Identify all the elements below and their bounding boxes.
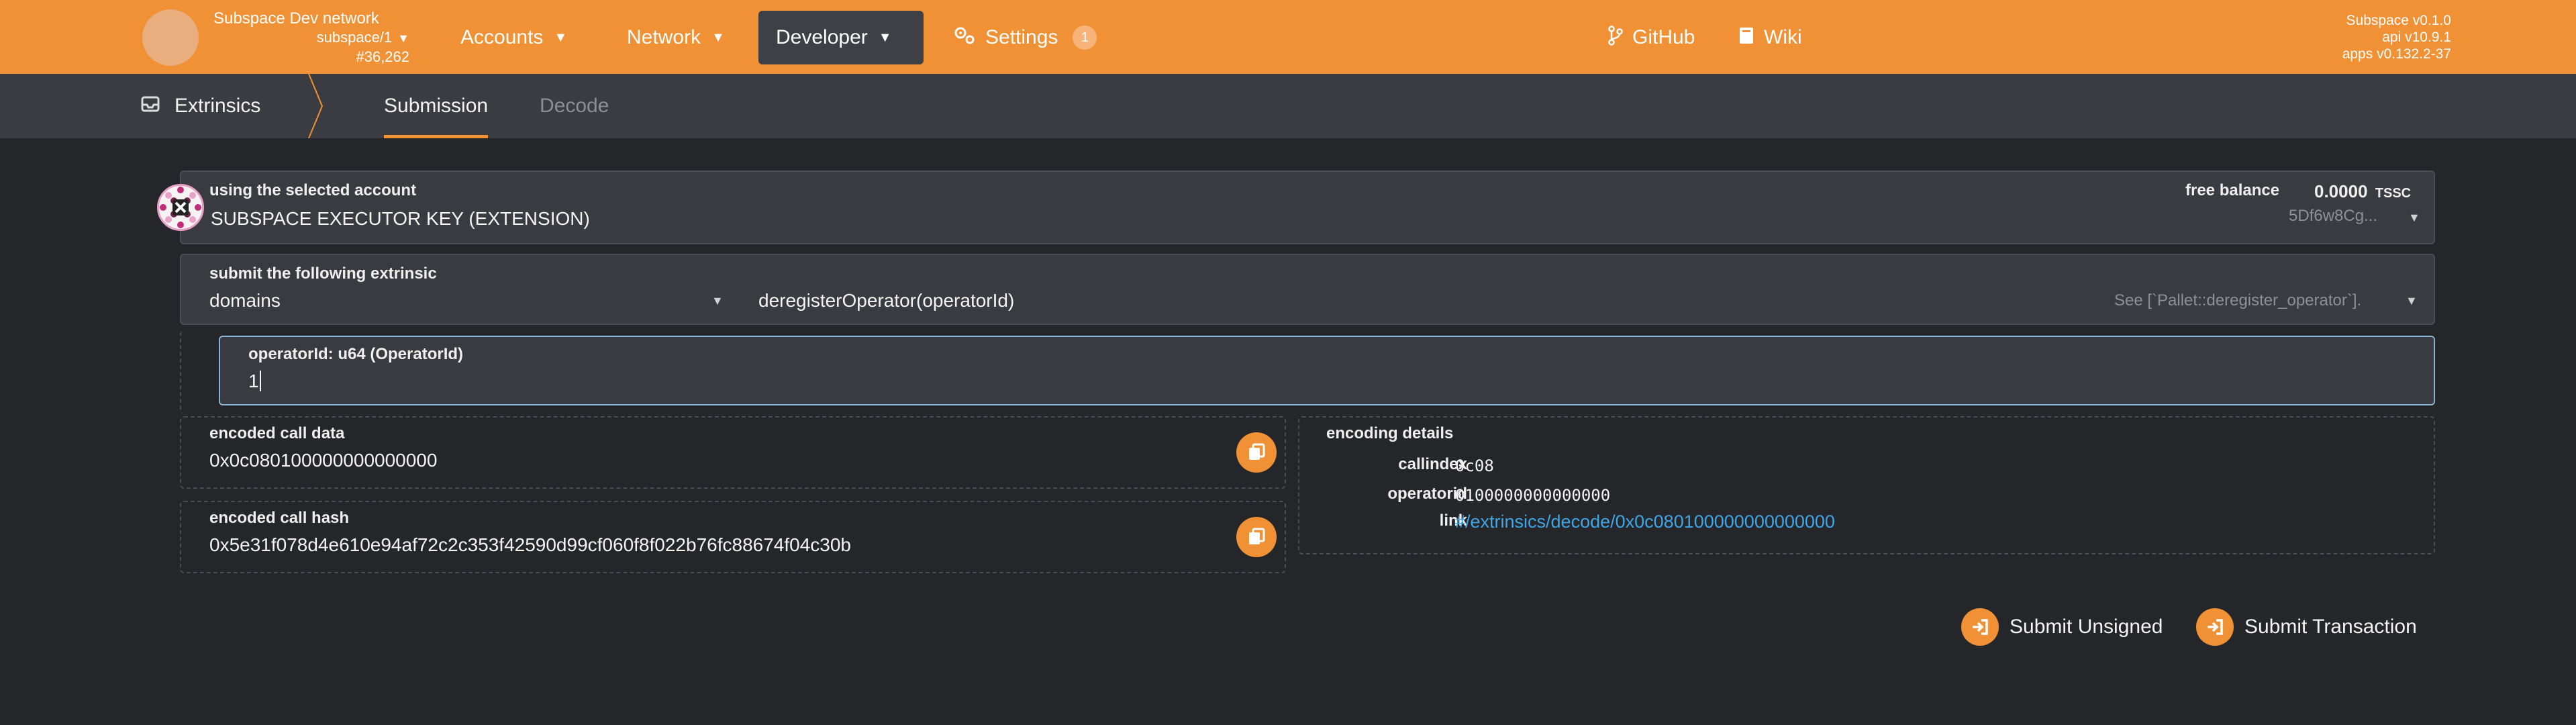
gears-icon	[953, 26, 976, 50]
account-selector[interactable]: using the selected account SUBSPACE EXEC…	[180, 171, 2435, 244]
chevron-down-icon: ▼	[711, 30, 725, 45]
pallet-value: domains	[209, 290, 281, 311]
top-bar: Subspace Dev network subspace/1 ▼ #36,262…	[0, 0, 2576, 74]
chevron-down-icon: ▼	[2408, 211, 2420, 224]
encoding-details: encoding details callindex 0c08 operator…	[1298, 416, 2435, 554]
chain-spec: subspace/1	[316, 29, 393, 46]
chevron-down-icon: ▼	[711, 294, 724, 307]
menu-developer[interactable]: Developer ▼	[758, 11, 924, 64]
chain-name: Subspace Dev network	[213, 9, 379, 28]
menu-github[interactable]: GitHub	[1591, 11, 1712, 64]
sub-nav: Extrinsics Submission Decode	[0, 74, 2576, 138]
inbox-icon	[141, 95, 160, 117]
decode-link[interactable]: #/extrinsics/decode/0x0c0801000000000000…	[1455, 512, 1835, 532]
param-label: operatorId: u64 (OperatorId)	[248, 345, 464, 363]
chevron-down-icon: ▼	[878, 30, 892, 45]
balance-unit: TSSC	[2375, 186, 2412, 201]
extrinsic-selector: submit the following extrinsic domains ▼…	[180, 254, 2435, 325]
apps-version: apps v0.132.2-37	[2342, 46, 2451, 62]
copy-call-hash-button[interactable]	[1236, 517, 1277, 557]
balance-value: 0.0000	[2314, 181, 2368, 201]
chevron-down-icon: ▼	[397, 32, 409, 45]
account-address: 5Df6w8Cg...	[2289, 207, 2378, 225]
chain-logo[interactable]	[142, 9, 199, 66]
copy-icon	[1249, 443, 1265, 460]
submit-transaction-button[interactable]: Submit Transaction	[2196, 607, 2417, 647]
copy-call-data-button[interactable]	[1236, 432, 1277, 473]
account-label: using the selected account	[209, 181, 417, 199]
encoding-label: encoding details	[1326, 424, 1454, 442]
section-label: Extrinsics	[175, 95, 261, 117]
balance-amount: 0.0000 TSSC	[2314, 181, 2411, 202]
pallet-dropdown[interactable]: domains ▼	[181, 282, 738, 324]
encoded-call-hash: encoded call hash 0x5e31f078d4e610e94af7…	[180, 501, 1286, 573]
settings-badge: 1	[1073, 26, 1097, 50]
call-data-label: encoded call data	[209, 424, 345, 442]
block-number: #36,262	[356, 48, 409, 65]
operator-id-input[interactable]: operatorId: u64 (OperatorId) 1	[219, 336, 2435, 405]
sign-in-icon	[2196, 608, 2234, 646]
book-icon	[1738, 26, 1754, 50]
menu-wiki[interactable]: Wiki	[1721, 11, 1820, 64]
tab-decode[interactable]: Decode	[540, 74, 609, 138]
menu-network-label: Network	[627, 26, 701, 48]
section-extrinsics[interactable]: Extrinsics	[141, 74, 260, 138]
call-hash-value: 0x5e31f078d4e610e94af72c2c353f42590d99cf…	[209, 534, 851, 555]
account-identicon[interactable]	[157, 184, 204, 231]
param-value-text: 1	[248, 371, 259, 391]
code-branch-icon	[1608, 25, 1623, 50]
submit-unsigned-label: Submit Unsigned	[2010, 616, 2163, 638]
link-label: link	[1439, 512, 1467, 530]
param-value: 1	[248, 371, 261, 392]
menu-developer-label: Developer	[776, 26, 868, 48]
call-hash-label: encoded call hash	[209, 509, 350, 527]
breadcrumb-chevron-icon	[308, 74, 324, 138]
menu-accounts-label: Accounts	[460, 26, 544, 48]
chevron-down-icon: ▼	[2406, 294, 2418, 307]
method-value: deregisterOperator(operatorId)	[758, 290, 1015, 311]
api-version: api v10.9.1	[2382, 30, 2451, 45]
submit-transaction-label: Submit Transaction	[2244, 616, 2417, 638]
menu-wiki-label: Wiki	[1764, 26, 1802, 48]
version-info: Subspace v0.1.0 api v10.9.1 apps v0.132.…	[2342, 12, 2451, 62]
operatorid-value: 0100000000000000	[1455, 486, 1611, 505]
operatorid-label: operatorid	[1387, 485, 1467, 503]
account-name: SUBSPACE EXECUTOR KEY (EXTENSION)	[211, 208, 590, 229]
node-version: Subspace v0.1.0	[2346, 13, 2451, 28]
menu-settings[interactable]: Settings 1	[936, 11, 1114, 64]
balance-label: free balance	[2185, 181, 2280, 199]
encoded-call-data: encoded call data 0x0c080100000000000000	[180, 416, 1286, 489]
tab-submission[interactable]: Submission	[384, 74, 489, 138]
call-data-value: 0x0c080100000000000000	[209, 450, 438, 471]
menu-settings-label: Settings	[985, 26, 1058, 48]
extrinsic-label: submit the following extrinsic	[209, 264, 437, 283]
chain-selector[interactable]: Subspace Dev network subspace/1 ▼ #36,262	[213, 9, 409, 66]
method-doc: See [`Pallet::deregister_operator`].	[2114, 291, 2362, 309]
sign-in-icon	[1961, 608, 1999, 646]
callindex-label: callindex	[1398, 455, 1467, 473]
callindex-value: 0c08	[1455, 456, 1494, 475]
method-dropdown[interactable]: deregisterOperator(operatorId) See [`Pal…	[758, 282, 2434, 324]
copy-icon	[1249, 528, 1265, 544]
submit-unsigned-button[interactable]: Submit Unsigned	[1961, 607, 2163, 647]
chevron-down-icon: ▼	[554, 30, 568, 45]
menu-github-label: GitHub	[1632, 26, 1695, 48]
menu-accounts[interactable]: Accounts ▼	[443, 11, 585, 64]
menu-network[interactable]: Network ▼	[609, 11, 742, 64]
